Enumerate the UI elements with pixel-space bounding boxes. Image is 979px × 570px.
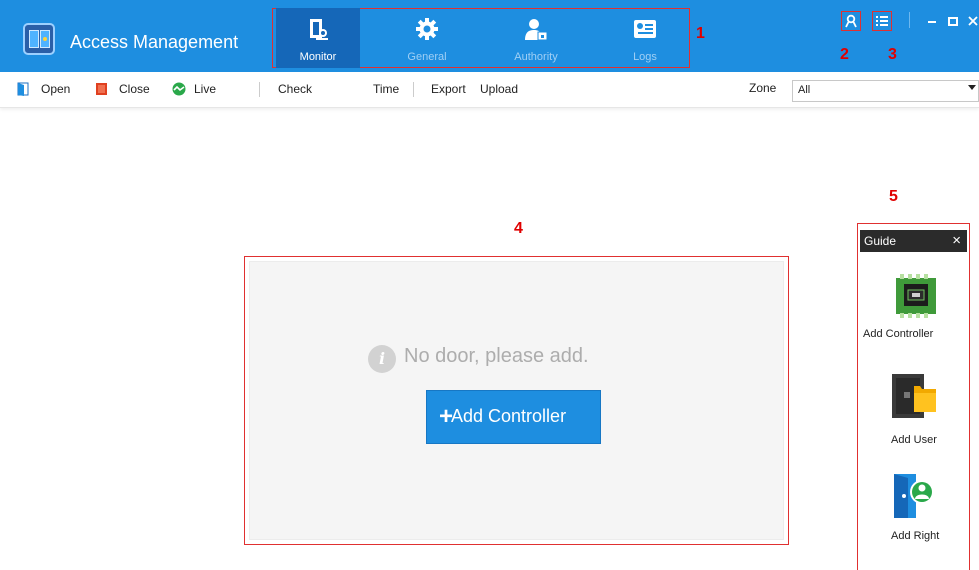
guide-item-label: Add Controller <box>863 328 934 340</box>
tab-general-label: General <box>407 51 447 63</box>
live-button[interactable]: Live <box>172 81 222 99</box>
guide-panel: Guide × Add Controller Add User Add Righ… <box>857 223 970 570</box>
maximize-icon <box>948 17 958 26</box>
tab-monitor[interactable]: Monitor <box>276 8 360 68</box>
guide-item-add-controller[interactable]: Add Controller <box>860 272 967 352</box>
add-right-door-icon <box>894 474 934 518</box>
empty-message: No door, please add. <box>404 345 589 367</box>
guide-item-label: Add User <box>891 434 937 446</box>
close-door-icon <box>96 83 107 95</box>
chevron-down-icon[interactable] <box>968 85 976 90</box>
guide-title: Guide <box>864 234 897 248</box>
close-window-button[interactable] <box>966 14 979 28</box>
toolbar: Open Close Live Check Time Export Upload… <box>0 72 979 108</box>
open-label: Open <box>41 82 71 96</box>
minimize-button[interactable] <box>925 14 939 28</box>
open-door-icon <box>17 82 29 96</box>
zone-label: Zone <box>749 81 777 95</box>
tab-logs[interactable]: Logs <box>603 8 687 68</box>
window-controls-divider <box>909 12 910 28</box>
info-icon: i <box>368 345 396 373</box>
add-user-card-icon <box>892 374 936 418</box>
tab-authority[interactable]: Authority <box>494 8 578 68</box>
live-icon <box>172 82 186 96</box>
zone-select[interactable]: All <box>792 80 979 102</box>
guide-close-button[interactable]: × <box>952 232 961 249</box>
module-tabs: Monitor General Authority Logs <box>272 8 690 68</box>
add-controller-label: Add Controller <box>451 406 567 426</box>
annotation-3: 3 <box>888 46 897 63</box>
close-label: Close <box>119 82 150 96</box>
guide-item-add-user[interactable]: Add User <box>860 372 967 452</box>
tab-monitor-label: Monitor <box>299 51 337 63</box>
app-logo-icon <box>23 23 55 55</box>
annotation-2: 2 <box>840 46 849 63</box>
maximize-button[interactable] <box>946 14 960 28</box>
guide-body: Add Controller Add User Add Right <box>860 252 967 570</box>
monitor-door-icon <box>310 19 328 40</box>
user-lock-icon <box>525 19 548 41</box>
gear-icon <box>416 18 438 40</box>
tab-general[interactable]: General <box>385 8 469 68</box>
empty-state: i No door, please add. + Add Controller <box>249 261 784 540</box>
tab-logs-label: Logs <box>633 51 657 63</box>
guide-item-label: Add Right <box>891 530 940 542</box>
live-label: Live <box>194 82 217 96</box>
menu-button[interactable] <box>872 11 892 31</box>
toolbar-divider <box>259 82 260 97</box>
minimize-icon <box>928 21 936 23</box>
user-icon <box>845 14 857 28</box>
annotation-5: 5 <box>889 188 898 205</box>
user-button[interactable] <box>841 11 861 31</box>
toolbar-divider <box>413 82 414 97</box>
logs-icon <box>634 20 656 38</box>
guide-header: Guide × <box>860 230 967 252</box>
controller-board-icon <box>896 274 936 318</box>
close-icon <box>968 16 978 26</box>
annotation-1: 1 <box>696 25 705 42</box>
title-bar: Access Management Monitor General Author… <box>0 0 979 72</box>
list-menu-icon <box>876 16 888 26</box>
tab-authority-label: Authority <box>514 51 558 63</box>
app-title: Access Management <box>70 32 239 52</box>
zone-select-value: All <box>798 84 811 96</box>
add-controller-button[interactable]: + Add Controller <box>426 390 601 444</box>
annotation-4: 4 <box>514 220 523 237</box>
open-button[interactable]: Open <box>17 81 73 99</box>
guide-item-add-right[interactable]: Add Right <box>860 472 967 552</box>
close-door-button[interactable]: Close <box>95 81 153 99</box>
door-panel: i No door, please add. + Add Controller <box>244 256 789 545</box>
